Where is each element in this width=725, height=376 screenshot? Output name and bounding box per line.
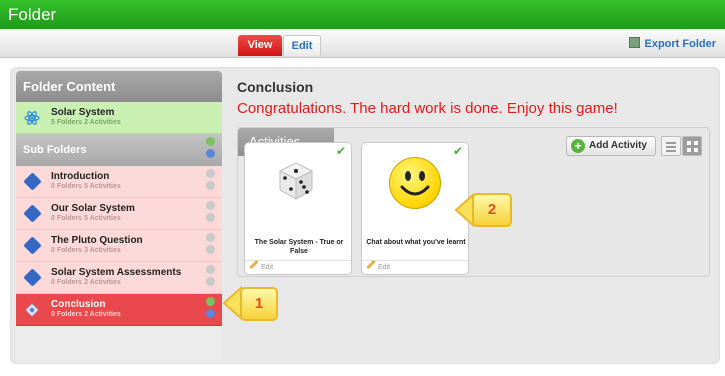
folder-message: Congratulations. The hard work is done. … [237,100,618,117]
folder-diamond-icon [23,268,42,287]
pencil-icon [366,259,376,270]
content-title: Conclusion [237,79,314,95]
subfolder-settings-icon[interactable] [206,149,215,158]
grid-cell [687,141,691,145]
grid-cell [687,148,691,152]
plus-icon: + [571,139,585,153]
sidebar-item-conclusion[interactable]: Conclusion 0 Folders 2 Activities [16,294,222,326]
folder-title: Solar System Assessments [51,267,182,278]
folder-actions [206,201,216,225]
settings-icon[interactable] [206,213,215,222]
sidebar-header: Folder Content [16,71,222,102]
folder-open-icon [25,303,39,317]
activity-card[interactable]: ✔ The Solar System - True or False Edit [244,142,352,275]
add-icon[interactable] [206,233,215,242]
folder-actions [206,297,216,321]
window-title: Folder [8,5,57,24]
add-activity-label: Add Activity [589,140,647,151]
activity-edit-label: Edit [261,264,274,271]
activity-card-title: The Solar System - True or False [254,239,344,255]
folder-title: Introduction [51,171,110,182]
settings-icon[interactable] [206,309,215,318]
folder-diamond-icon [23,204,42,223]
activity-edit-label: Edit [378,264,391,271]
tab-view[interactable]: View [238,35,282,56]
toolbar: View Edit Export Folder [0,29,725,58]
sub-folders-actions [206,137,216,161]
folder-meta: 0 Folders 3 Activities [51,247,121,254]
grid-view-button[interactable] [682,136,702,156]
root-folder-meta: 5 Folders 2 Activities [51,119,121,126]
add-icon[interactable] [206,297,215,306]
list-line [666,146,676,148]
export-folder-label: Export Folder [644,38,716,50]
folder-title: Conclusion [51,299,106,310]
callout-arrow-2 [454,192,474,228]
tab-edit[interactable]: Edit [283,35,321,56]
callout-arrow-1 [222,285,242,321]
window-title-bar: Folder [0,0,725,29]
export-icon [629,37,641,48]
add-icon[interactable] [206,201,215,210]
list-line [666,150,676,152]
sidebar-item-our-solar-system[interactable]: Our Solar System 0 Folders 5 Activities [16,198,222,230]
folder-meta: 0 Folders 2 Activities [51,279,121,286]
settings-icon[interactable] [206,277,215,286]
activity-edit-link[interactable]: Edit [362,259,468,274]
folder-title: Our Solar System [51,203,135,214]
callout-badge-2: 2 [472,193,512,227]
folder-meta: 0 Folders 5 Activities [51,183,121,190]
folder-actions [206,233,216,257]
folder-actions [206,265,216,289]
callout-badge-1: 1 [240,287,278,321]
check-icon: ✔ [452,144,463,158]
smiley-face [400,171,430,196]
folder-actions [206,169,216,193]
list-line [666,142,676,144]
export-folder-link[interactable]: Export Folder [629,37,716,50]
sidebar-item-solar-system-assessments[interactable]: Solar System Assessments 0 Folders 2 Act… [16,262,222,294]
folder-meta: 0 Folders 5 Activities [51,215,121,222]
sub-folders-label: Sub Folders [23,144,87,156]
settings-icon[interactable] [206,181,215,190]
add-icon[interactable] [206,169,215,178]
folder-title: The Pluto Question [51,235,143,246]
check-icon: ✔ [335,144,346,158]
folder-diamond-icon [23,172,42,191]
activity-edit-link[interactable]: Edit [245,259,351,274]
list-view-button[interactable] [661,136,681,156]
grid-cell [694,148,698,152]
smiley-icon [389,157,441,209]
pencil-icon [249,259,259,270]
add-icon[interactable] [206,265,215,274]
folder-sidebar: Folder Content Solar System 5 Folders 2 … [16,71,222,361]
folder-meta: 0 Folders 2 Activities [51,311,121,318]
activity-card-title: Chat about what you've learnt [366,239,466,246]
activity-card[interactable]: ✔ Chat about what you've learnt Edit [361,142,469,275]
settings-icon[interactable] [206,245,215,254]
root-folder-title: Solar System [51,107,115,118]
add-subfolder-icon[interactable] [206,137,215,146]
grid-cell [694,141,698,145]
sidebar-item-introduction[interactable]: Introduction 0 Folders 5 Activities [16,166,222,198]
sub-folders-header: Sub Folders [16,134,222,166]
add-activity-button[interactable]: + Add Activity [566,136,656,156]
sidebar-item-the-pluto-question[interactable]: The Pluto Question 0 Folders 3 Activitie… [16,230,222,262]
folder-diamond-icon [23,236,42,255]
dice-icon [278,162,314,200]
root-folder-item[interactable]: Solar System 5 Folders 2 Activities [16,102,222,134]
atom-icon [24,111,40,125]
